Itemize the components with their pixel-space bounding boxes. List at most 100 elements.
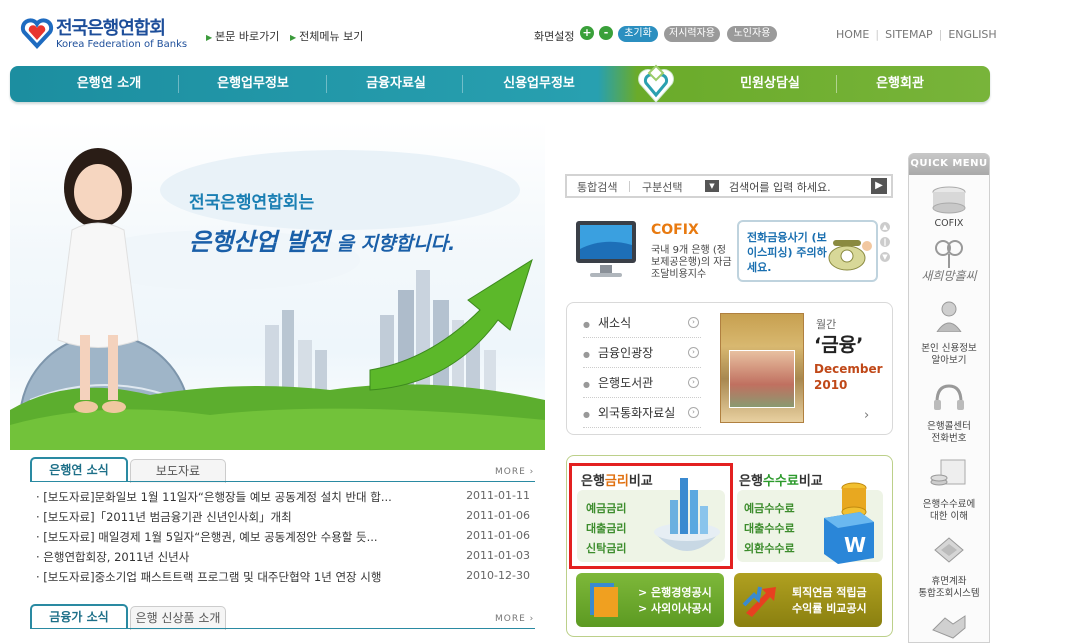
heart-logo-icon <box>20 18 54 49</box>
card-icon <box>934 537 964 563</box>
hero-slogan: 은행산업 발전 을 지향합니다. <box>189 228 456 256</box>
more-link[interactable]: MORE › <box>495 614 534 624</box>
pause-icon[interactable]: ‖ <box>880 237 890 247</box>
trust-rate-link[interactable]: 신탁금리 <box>586 540 626 556</box>
phishing-text: 전화금융사기 (보이스피싱) 주의하세요. <box>747 231 827 274</box>
search-category-select[interactable]: 구분선택 <box>642 179 682 195</box>
search-input[interactable]: 검색어를 입력 하세요. <box>729 179 831 195</box>
arrow-circle-icon: › <box>688 347 699 358</box>
magazine-cover[interactable] <box>720 313 804 423</box>
news-item[interactable]: · [보도자료]중소기업 패스트트랙 프로그램 및 대주단협약 1년 연장 시행… <box>36 569 536 589</box>
voice-phishing-banner[interactable]: 전화금융사기 (보이스피싱) 주의하세요. <box>737 220 878 282</box>
news-item[interactable]: · 은행연합회장, 2011년 신년사 2011-01-03 <box>36 549 536 569</box>
skip-to-content-link[interactable]: ▶ 본문 바로가기 <box>206 28 279 44</box>
headset-icon <box>934 384 964 410</box>
fee-compare-heading[interactable]: 은행수수료비교 <box>739 470 823 489</box>
full-menu-link[interactable]: ▶ 전체메뉴 보기 <box>290 28 363 44</box>
loan-rate-link[interactable]: 대출금리 <box>586 520 626 536</box>
english-link[interactable]: ENGLISH <box>948 28 996 41</box>
news-item[interactable]: · [보도자료] 매일경제 1월 5일자“은행권, 예보 공동계정안 수용할 듯… <box>36 529 536 549</box>
rate-compare-heading[interactable]: 은행금리비교 <box>581 470 653 489</box>
logo-english: Korea Federation of Banks <box>56 39 188 50</box>
hero-banner <box>10 120 545 450</box>
nav-item-consultation[interactable]: 민원상담실 <box>710 66 830 102</box>
link-news[interactable]: ● 새소식 › <box>583 314 701 338</box>
pension-label-1: 퇴직연금 적립금 <box>792 586 867 599</box>
user-icon <box>936 301 962 332</box>
nav-divider <box>836 75 837 93</box>
quick-menu-fee-guide[interactable]: 은행수수료에 대한 이해 <box>909 499 989 523</box>
pension-compare-button[interactable]: 퇴직연금 적립금 수익률 비교공시 <box>734 573 882 627</box>
cofix-title[interactable]: COFIX <box>651 222 699 238</box>
quick-menu-new-hope[interactable]: 새희망홀씨 <box>909 270 989 282</box>
hero-illustration <box>10 148 545 450</box>
zoom-in-button[interactable]: + <box>580 26 594 40</box>
search-submit-button[interactable]: ▶ <box>871 178 887 194</box>
tab-new-products[interactable]: 은행 신상품 소개 <box>130 606 226 630</box>
quick-menu-credit-info[interactable]: 본인 신용정보 알아보기 <box>909 343 989 367</box>
tab-finance-news[interactable]: 금융가 소식 <box>30 604 128 628</box>
handshake-icon <box>932 615 966 639</box>
low-vision-button[interactable]: 저시력자용 <box>664 26 720 42</box>
book-icon <box>590 583 618 617</box>
chevron-up-icon[interactable]: ▲ <box>880 222 890 232</box>
search-label: 통합검색 <box>577 181 618 194</box>
exchange-arrows-icon <box>742 586 776 617</box>
main-navigation: 은행연 소개 은행업무정보 금융자료실 신용업무정보 민원상담실 은행회관 <box>10 66 990 102</box>
site-logo[interactable]: 전국은행연합회 Korea Federation of Banks <box>18 12 198 56</box>
zoom-out-button[interactable]: - <box>599 26 613 40</box>
nav-item-bank-business[interactable]: 은행업무정보 <box>190 66 316 102</box>
sitemap-link[interactable]: SITEMAP <box>885 28 933 41</box>
home-link[interactable]: HOME <box>836 28 869 41</box>
deposit-rate-link[interactable]: 예금금리 <box>586 500 626 516</box>
magazine-title[interactable]: ‘금융’ <box>814 330 863 357</box>
utility-links: HOME | SITEMAP | ENGLISH <box>836 28 997 41</box>
search-divider <box>629 181 630 192</box>
svg-text:W: W <box>844 533 866 557</box>
nav-divider <box>326 75 327 93</box>
management-disclosure-link: > 은행경영공시 <box>638 586 712 599</box>
arrow-icon: ▶ <box>206 33 213 42</box>
magazine-year: 2010 <box>814 378 848 392</box>
bank-disclosure-button[interactable]: > 은행경영공시 > 사외이사공시 <box>576 573 724 627</box>
news-item[interactable]: · [보도자료]문화일보 1월 11일자“은행장들 예보 공동계정 설치 반대 … <box>36 489 536 509</box>
chevron-down-icon[interactable]: ▼ <box>880 252 890 262</box>
tab-press-release[interactable]: 보도자료 <box>130 459 226 483</box>
cofix-stack-icon <box>932 186 966 214</box>
integrated-search: 통합검색 구분선택 ▼ 검색어를 입력 하세요. ▶ <box>565 174 893 198</box>
more-link[interactable]: MORE › <box>495 467 534 477</box>
elderly-view-button[interactable]: 노인자용 <box>727 26 777 42</box>
nav-item-about[interactable]: 은행연 소개 <box>50 66 168 102</box>
link-bank-library[interactable]: ● 은행도서관 › <box>583 374 701 398</box>
quick-menu-cofix[interactable]: COFIX <box>909 218 989 230</box>
heart-logo-icon <box>638 64 674 103</box>
nav-item-credit-info[interactable]: 신용업무정보 <box>480 66 598 102</box>
monitor-icon[interactable] <box>574 219 638 283</box>
quick-menu-title: QUICK MENU <box>909 153 989 175</box>
tab-underline <box>30 481 535 482</box>
coins-icon: W <box>824 482 874 564</box>
logo-korean: 전국은행연합회 <box>56 18 166 39</box>
fx-fee-link[interactable]: 외환수수료 <box>744 540 795 556</box>
loan-fee-link[interactable]: 대출수수료 <box>744 520 795 536</box>
quick-menu-call-center[interactable]: 은행콜센터 전화번호 <box>909 421 989 445</box>
chevron-down-icon[interactable]: ▼ <box>705 180 719 192</box>
tab-underline <box>30 628 535 629</box>
cofix-description: 국내 9개 은행 (정보제공은행)의 자금조달비용지수 <box>651 245 732 280</box>
screen-setting-label: 화면설정 <box>534 30 575 43</box>
arrow-circle-icon: › <box>688 407 699 418</box>
magazine-cover-art <box>729 350 795 408</box>
tab-bank-news[interactable]: 은행연 소식 <box>30 457 128 481</box>
deposit-fee-link[interactable]: 예금수수료 <box>744 500 795 516</box>
pension-label-2: 수익률 비교공시 <box>792 602 867 615</box>
magazine-month: December <box>814 362 883 376</box>
link-finance-plaza[interactable]: ● 금융인광장 › <box>583 344 701 368</box>
nav-item-financial-library[interactable]: 금융자료실 <box>340 66 452 102</box>
nav-item-bank-hall[interactable]: 은행회관 <box>846 66 954 102</box>
news-item[interactable]: · [보도자료]「2011년 범금융기관 신년인사회」개최 2011-01-06 <box>36 509 536 529</box>
bar-chart-icon <box>654 478 720 551</box>
chevron-right-icon[interactable]: › <box>864 408 869 423</box>
quick-menu-dormant-account[interactable]: 휴면계좌 통합조회시스템 <box>909 576 989 600</box>
link-foreign-currency[interactable]: ● 외국통화자료실 › <box>583 404 701 428</box>
reset-view-button[interactable]: 초기화 <box>618 26 658 42</box>
